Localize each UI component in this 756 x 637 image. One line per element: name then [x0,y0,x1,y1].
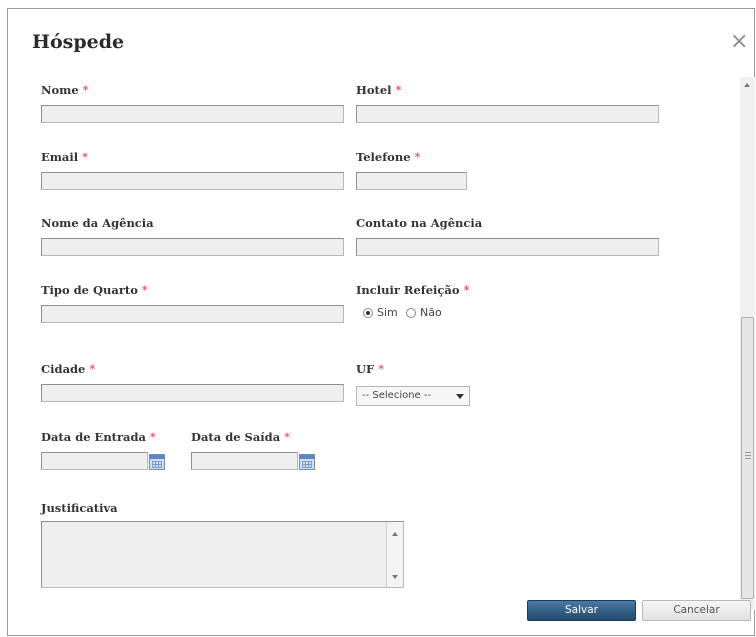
required-marker: * [463,283,470,297]
thumb-grip [745,452,751,453]
scrollbar-thumb[interactable] [741,317,754,599]
refeicao-nao-label[interactable]: Não [420,306,442,319]
required-marker: * [378,362,384,376]
scroll-down-icon[interactable] [392,575,398,579]
guest-dialog: Hóspede × Nome * Hotel * Email * Telefon… [7,8,755,636]
uf-label: UF * [356,362,384,376]
contato-agencia-label: Contato na Agência [356,216,483,230]
nome-field[interactable] [41,105,344,123]
calendar-icon[interactable] [149,454,165,470]
justificativa-textarea[interactable] [41,521,404,588]
tipo-quarto-label: Tipo de Quarto * [41,283,148,297]
required-marker: * [82,83,89,97]
required-marker: * [284,430,290,444]
required-marker: * [89,362,96,376]
telefone-field[interactable] [356,172,467,190]
cidade-label: Cidade * [41,362,96,376]
calendar-icon[interactable] [299,454,315,470]
uf-select[interactable]: -- Selecione -- [356,386,470,406]
data-saida-field[interactable] [191,452,298,470]
refeicao-sim-label[interactable]: Sim [377,306,398,319]
email-label: Email * [41,150,88,164]
scroll-up-icon[interactable] [744,83,750,87]
required-marker: * [82,150,88,164]
justificativa-label: Justificativa [41,501,118,515]
data-entrada-label: Data de Entrada * [41,430,156,444]
chevron-down-icon [456,394,464,399]
uf-selected-value: -- Selecione -- [362,390,432,401]
data-entrada-field[interactable] [41,452,148,470]
email-field[interactable] [41,172,344,190]
cancel-button[interactable]: Cancelar [642,600,751,621]
refeicao-nao-radio[interactable] [406,308,416,318]
contato-agencia-field[interactable] [356,238,659,256]
nome-label: Nome * [41,83,89,97]
thumb-grip [745,458,751,459]
hotel-label: Hotel * [356,83,402,97]
save-button[interactable]: Salvar [527,600,636,621]
required-marker: * [395,83,402,97]
cidade-field[interactable] [41,384,344,402]
close-icon[interactable]: × [730,31,748,53]
scroll-up-icon[interactable] [392,532,398,536]
thumb-grip [745,455,751,456]
telefone-label: Telefone * [356,150,421,164]
required-marker: * [414,150,421,164]
hotel-field[interactable] [356,105,659,123]
required-marker: * [150,430,156,444]
nome-agencia-field[interactable] [41,238,344,256]
data-saida-label: Data de Saída * [191,430,290,444]
nome-agencia-label: Nome da Agência [41,216,154,230]
tipo-quarto-field[interactable] [41,305,344,323]
refeicao-sim-radio[interactable] [363,308,373,318]
required-marker: * [141,283,148,297]
incluir-refeicao-label: Incluir Refeição * [356,283,470,297]
dialog-title: Hóspede [32,31,125,53]
dialog-scrollbar[interactable] [740,77,755,610]
textarea-scrollbar[interactable] [386,522,403,587]
